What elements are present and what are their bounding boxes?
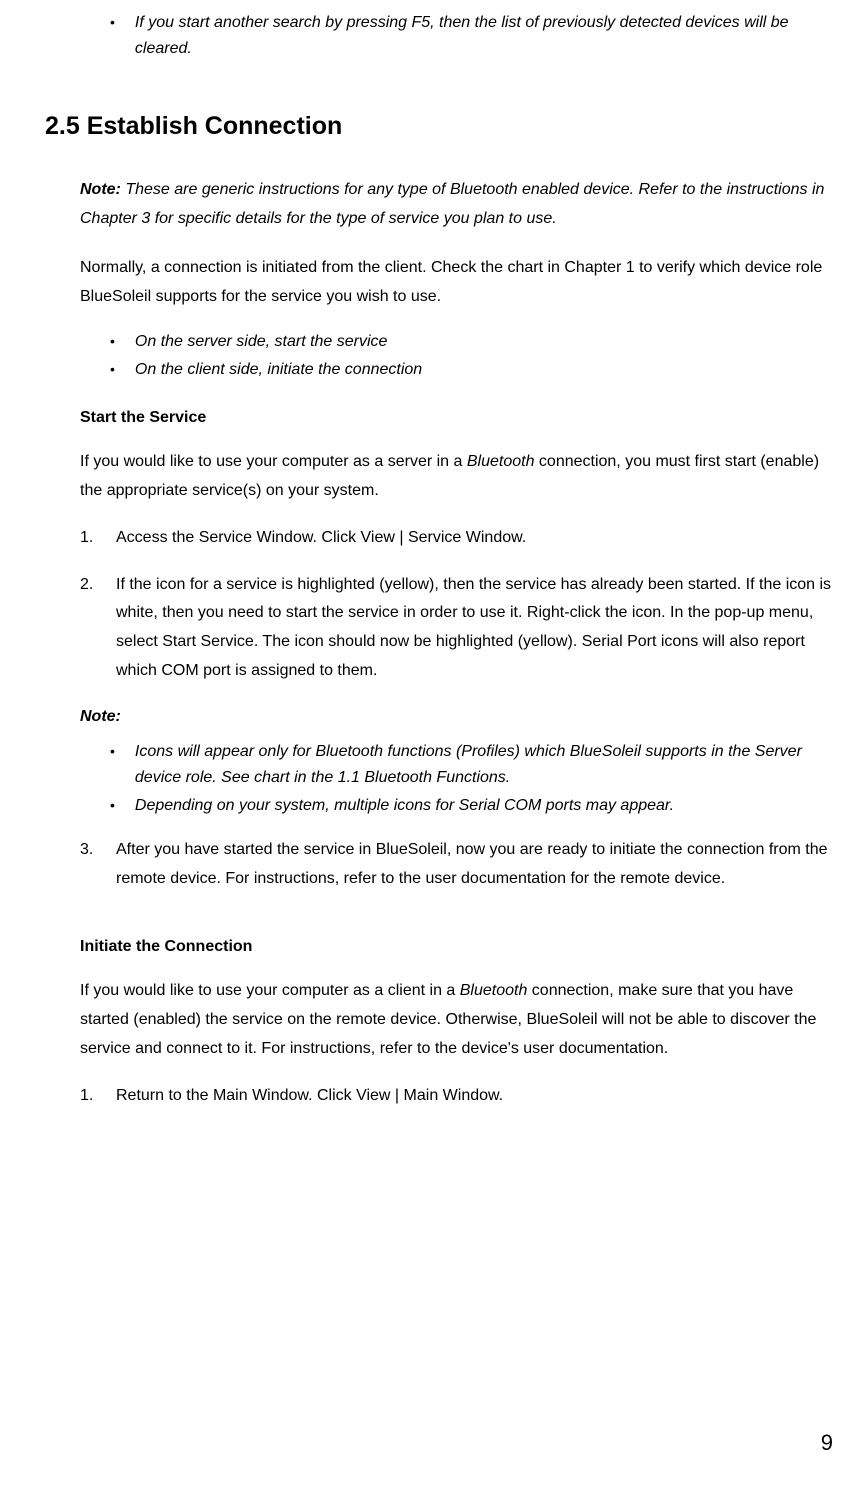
note-text: These are generic instructions for any t… [80,181,824,227]
paragraph: If you would like to use your computer a… [80,977,843,1063]
start-service-heading: Start the Service [80,405,843,431]
top-bullet-text: If you start another search by pressing … [135,10,843,61]
top-bullet-item: • If you start another search by pressin… [110,10,843,61]
numbered-step: 2. If the icon for a service is highligh… [80,571,843,686]
page-number: 9 [821,1425,833,1460]
note-bullet-text: Depending on your system, multiple icons… [135,793,843,819]
bullet-icon: • [110,793,115,819]
step-number: 2. [80,571,116,686]
note-block: Note: [80,704,843,730]
step-text: Access the Service Window. Click View | … [116,524,843,553]
note-label: Note: [80,708,121,725]
intro-note: Note: These are generic instructions for… [80,176,843,234]
paragraph: If you would like to use your computer a… [80,448,843,506]
step-number: 3. [80,836,116,894]
note-bullet-text: Icons will appear only for Bluetooth fun… [135,739,843,790]
numbered-step: 1. Access the Service Window. Click View… [80,524,843,553]
bullet-icon: • [110,329,115,355]
note-bullet-item: • Depending on your system, multiple ico… [110,793,843,819]
sub-bullet-item: • On the client side, initiate the conne… [110,357,843,383]
initiate-connection-heading: Initiate the Connection [80,934,843,960]
bullet-icon: • [110,357,115,383]
step-text: If the icon for a service is highlighted… [116,571,843,686]
italic-bluetooth: Bluetooth [467,453,535,470]
numbered-step: 3. After you have started the service in… [80,836,843,894]
numbered-step: 1. Return to the Main Window. Click View… [80,1082,843,1111]
step-text: After you have started the service in Bl… [116,836,843,894]
note-bullet-item: • Icons will appear only for Bluetooth f… [110,739,843,790]
step-text: Return to the Main Window. Click View | … [116,1082,843,1111]
step-number: 1. [80,524,116,553]
bullet-icon: • [110,739,115,790]
note-label: Note: [80,181,121,198]
section-heading: 2.5 Establish Connection [45,106,843,146]
sub-bullet-item: • On the server side, start the service [110,329,843,355]
text-pre: If you would like to use your computer a… [80,453,467,470]
italic-bluetooth: Bluetooth [460,982,528,999]
text-pre: If you would like to use your computer a… [80,982,460,999]
sub-bullet-text: On the client side, initiate the connect… [135,357,843,383]
bullet-icon: • [110,10,115,61]
sub-bullet-text: On the server side, start the service [135,329,843,355]
step-number: 1. [80,1082,116,1111]
paragraph: Normally, a connection is initiated from… [80,254,843,312]
